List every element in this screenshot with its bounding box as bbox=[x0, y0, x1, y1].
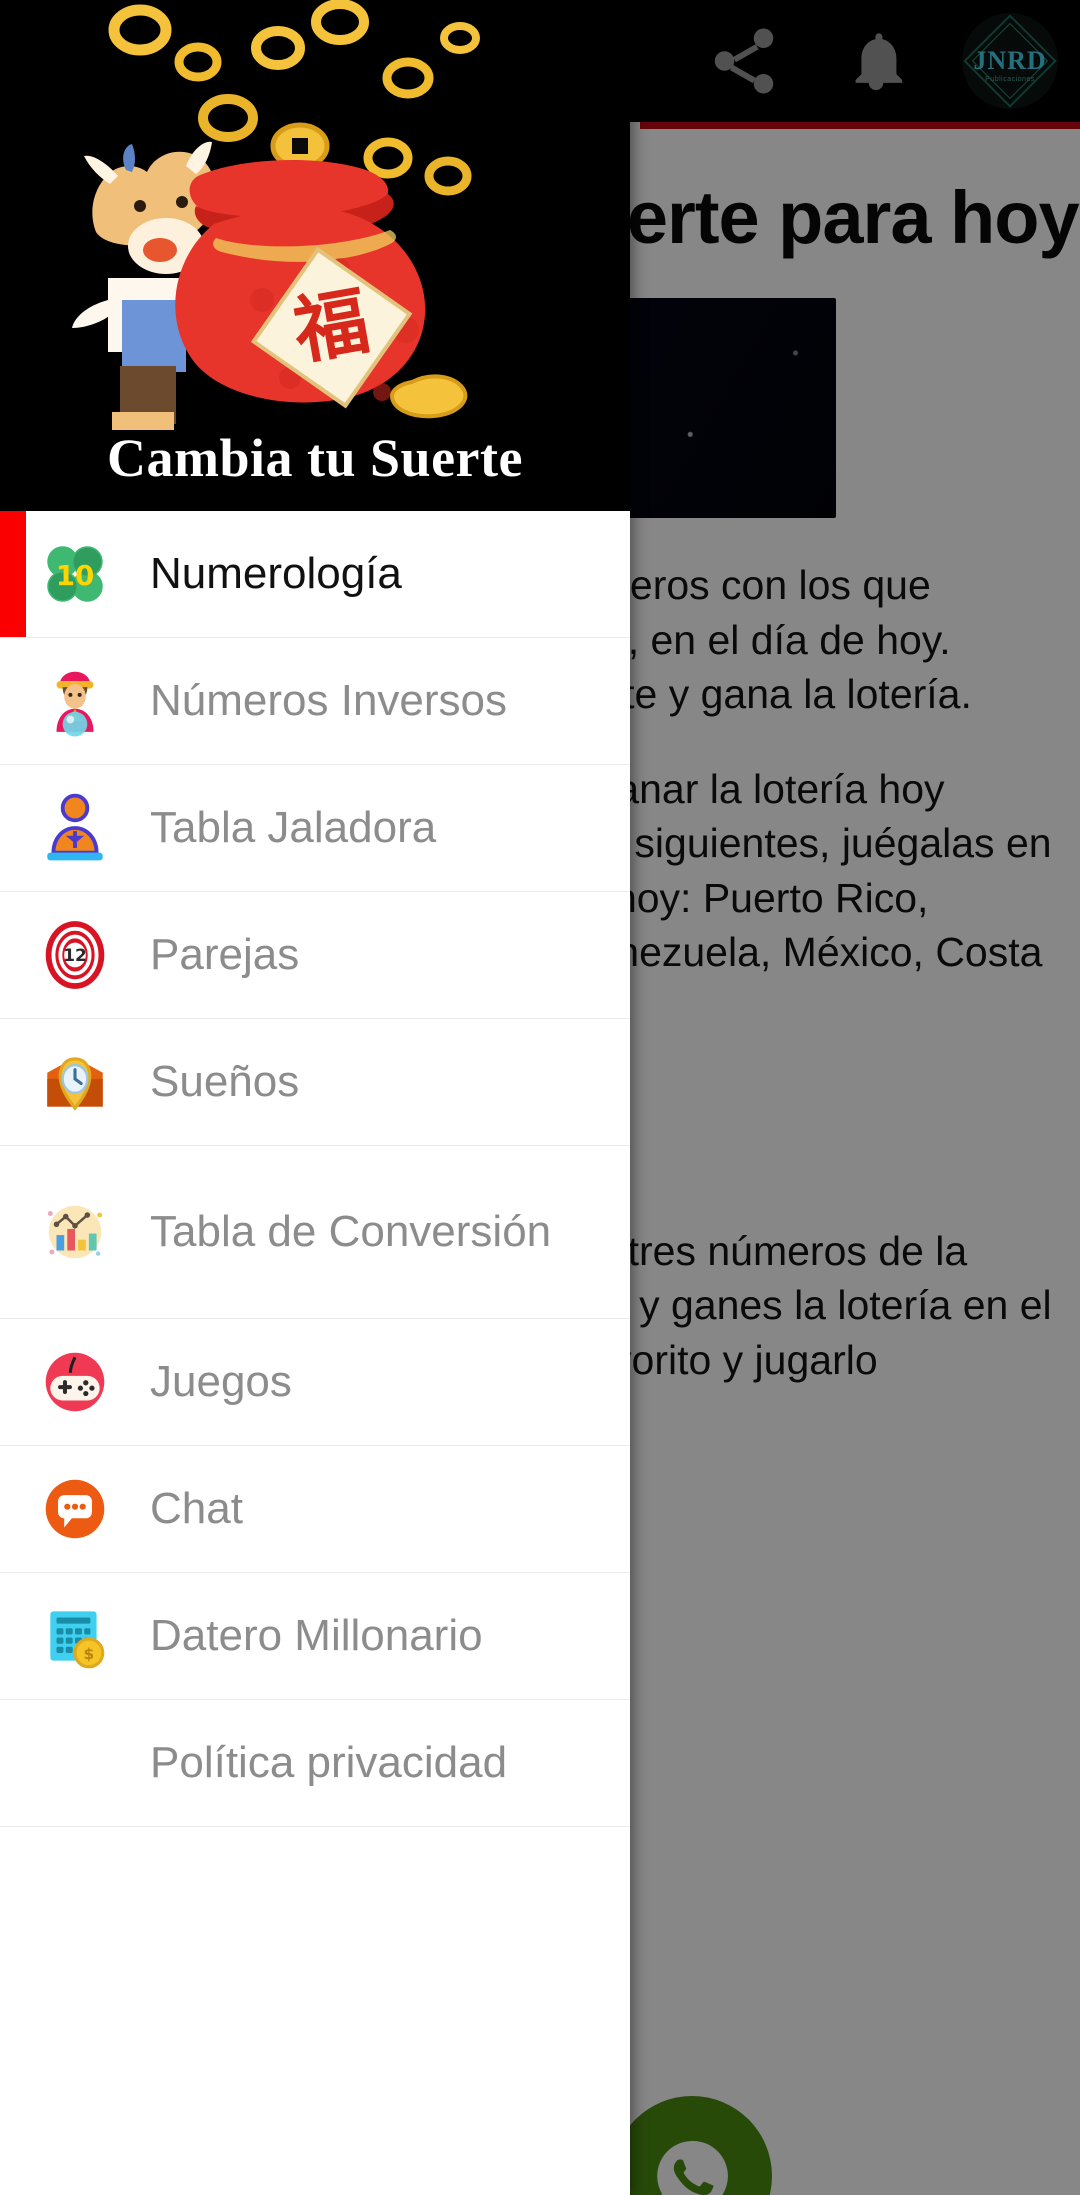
active-indicator bbox=[0, 511, 26, 637]
sidebar-item-suenos[interactable]: Sueños bbox=[0, 1019, 630, 1146]
fortune-teller-icon bbox=[0, 638, 150, 764]
lucky-ox-mascot-image: 福 bbox=[0, 0, 630, 430]
drawer-title: Cambia tu Suerte bbox=[107, 428, 523, 488]
sidebar-item-label: Parejas bbox=[150, 930, 300, 980]
sidebar-item-label: Política privacidad bbox=[150, 1738, 508, 1788]
share-icon[interactable] bbox=[698, 15, 790, 107]
sidebar-item-label: Chat bbox=[150, 1484, 243, 1534]
svg-text:$: $ bbox=[84, 1645, 95, 1663]
navigation-drawer: 福 Cambia tu Suerte 10 Numerología Número… bbox=[0, 0, 630, 2195]
sidebar-item-label: Números Inversos bbox=[150, 676, 508, 726]
sidebar-item-tabla-jaladora[interactable]: Tabla Jaladora bbox=[0, 765, 630, 892]
sidebar-item-numerologia[interactable]: 10 Numerología bbox=[0, 511, 630, 638]
sidebar-item-juegos[interactable]: Juegos bbox=[0, 1319, 630, 1446]
speaker-podium-icon bbox=[0, 765, 150, 891]
sidebar-item-datero-millonario[interactable]: $ Datero Millonario bbox=[0, 1573, 630, 1700]
sidebar-item-parejas[interactable]: 12 Parejas bbox=[0, 892, 630, 1019]
drawer-spacer bbox=[0, 1827, 630, 2195]
bar-chart-icon bbox=[0, 1146, 150, 1318]
melting-clock-icon bbox=[0, 1019, 150, 1145]
chat-bubble-icon bbox=[0, 1446, 150, 1572]
gamepad-icon bbox=[0, 1319, 150, 1445]
sidebar-item-label: Sueños bbox=[150, 1057, 300, 1107]
no-icon-placeholder bbox=[0, 1700, 150, 1826]
svg-text:福: 福 bbox=[287, 278, 376, 376]
drawer-header: 福 Cambia tu Suerte bbox=[0, 0, 630, 511]
brand-name: JNRD bbox=[973, 46, 1047, 75]
svg-text:12: 12 bbox=[63, 945, 87, 965]
bell-icon[interactable] bbox=[830, 15, 922, 107]
sidebar-item-tabla-de-conversion[interactable]: Tabla de Conversión bbox=[0, 1146, 630, 1319]
sidebar-item-label: Juegos bbox=[150, 1357, 292, 1407]
drawer-nav-list: 10 Numerología Números Inversos Tabla Ja… bbox=[0, 511, 630, 1827]
sidebar-item-politica-privacidad[interactable]: Política privacidad bbox=[0, 1700, 630, 1827]
sidebar-item-numeros-inversos[interactable]: Números Inversos bbox=[0, 638, 630, 765]
sidebar-item-label: Datero Millonario bbox=[150, 1611, 483, 1661]
accent-rule bbox=[640, 122, 1080, 129]
bingo-ball-12-icon: 12 bbox=[0, 892, 150, 1018]
sidebar-item-label: Tabla Jaladora bbox=[150, 803, 437, 853]
calculator-coin-icon: $ bbox=[0, 1573, 150, 1699]
svg-text:10: 10 bbox=[56, 559, 95, 592]
sidebar-item-chat[interactable]: Chat bbox=[0, 1446, 630, 1573]
brand-subtitle: Publicaciones bbox=[985, 76, 1035, 83]
sidebar-item-label: Tabla de Conversión bbox=[150, 1207, 552, 1257]
brand-logo[interactable]: JNRD Publicaciones bbox=[962, 13, 1058, 109]
sidebar-item-label: Numerología bbox=[150, 549, 402, 599]
